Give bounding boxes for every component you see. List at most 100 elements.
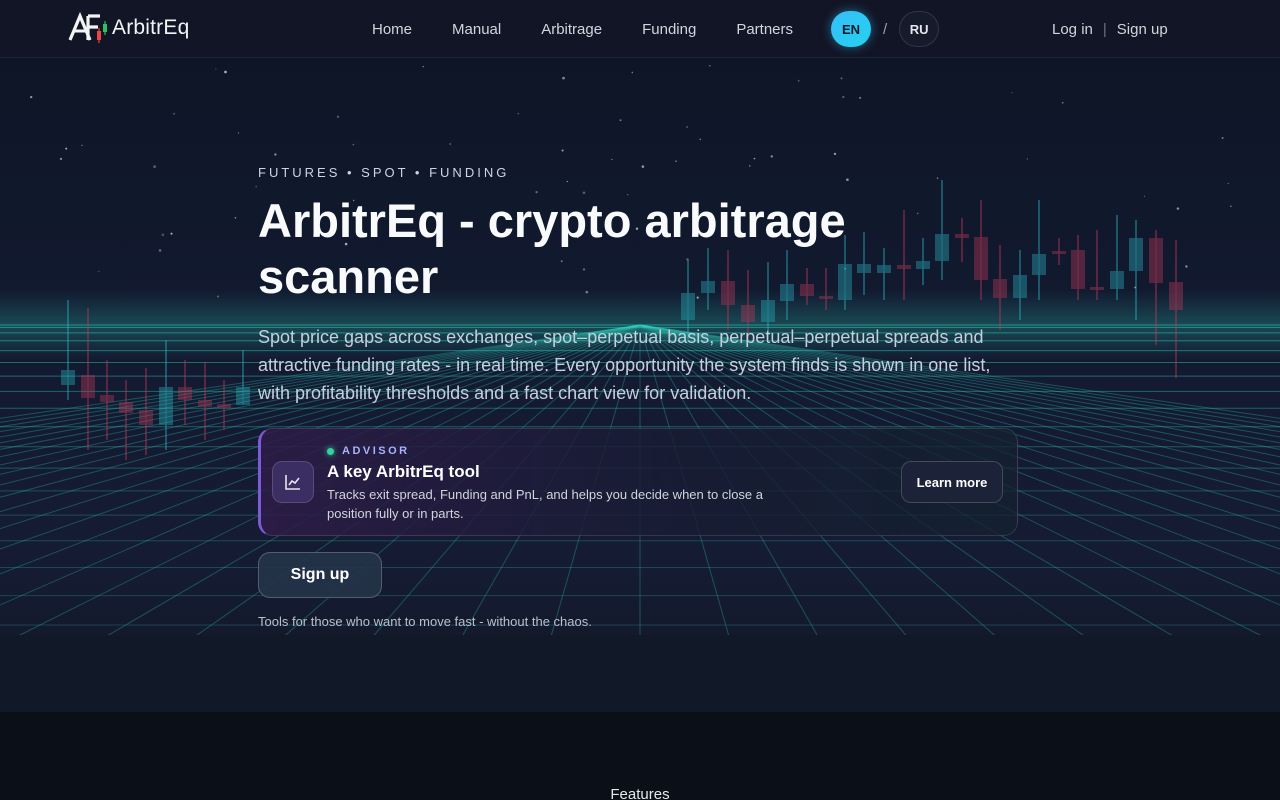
lang-en-button[interactable]: EN xyxy=(831,11,871,47)
learn-more-button[interactable]: Learn more xyxy=(901,461,1003,503)
star-dot xyxy=(1185,265,1188,268)
star-dot xyxy=(1227,182,1229,185)
candle-body xyxy=(119,402,133,413)
star-dot xyxy=(274,153,277,156)
star-dot xyxy=(422,65,424,68)
candle-body xyxy=(198,400,212,407)
brand-logo[interactable]: ArbitrEq xyxy=(68,12,189,44)
star-dot xyxy=(619,119,622,122)
star-dot xyxy=(173,112,176,115)
brand-name: ArbitrEq xyxy=(112,16,190,39)
candle-body xyxy=(159,387,173,425)
star-dot xyxy=(1061,101,1064,104)
star-dot xyxy=(833,152,837,156)
star-dot xyxy=(215,68,217,70)
star-dot xyxy=(641,165,645,168)
candle-body xyxy=(993,279,1007,298)
auth-links: Log in | Sign up xyxy=(1052,0,1168,58)
nav-link-manual[interactable]: Manual xyxy=(452,21,501,38)
nav-link-home[interactable]: Home xyxy=(372,21,412,38)
login-link[interactable]: Log in xyxy=(1052,21,1093,38)
nav-link-partners[interactable]: Partners xyxy=(736,21,793,38)
features-heading: Features xyxy=(610,786,670,800)
star-dot xyxy=(234,217,237,219)
star-dot xyxy=(336,115,340,118)
star-dot xyxy=(30,95,33,99)
star-dot xyxy=(562,76,565,80)
advisor-description: Tracks exit spread, Funding and PnL, and… xyxy=(327,487,764,521)
candle-body xyxy=(955,234,969,238)
star-dot xyxy=(846,178,849,182)
star-dot xyxy=(59,157,63,161)
star-dot xyxy=(686,126,688,128)
star-dot xyxy=(255,185,258,188)
star-dot xyxy=(1221,137,1224,139)
candle-body xyxy=(1149,238,1163,283)
candle-body xyxy=(61,370,75,385)
candle-body xyxy=(974,237,988,280)
star-dot xyxy=(753,157,756,160)
candle-body xyxy=(1071,250,1085,289)
star-dot xyxy=(217,295,220,298)
candle-body xyxy=(1013,275,1027,298)
advisor-title: A key ArbitrEq tool xyxy=(327,462,480,481)
star-dot xyxy=(631,71,634,74)
lang-ru-button[interactable]: RU xyxy=(899,11,940,47)
candle-body xyxy=(100,395,114,402)
star-dot xyxy=(517,112,520,115)
star-dot xyxy=(566,180,568,183)
star-dot xyxy=(81,144,83,147)
top-navbar: ArbitrEq Home Manual Arbitrage Funding P… xyxy=(0,0,1280,58)
nav-link-arbitrage[interactable]: Arbitrage xyxy=(541,21,602,38)
signup-link[interactable]: Sign up xyxy=(1117,21,1168,38)
candle-body xyxy=(916,261,930,269)
star-dot xyxy=(158,249,162,252)
advisor-card: ADVISOR A key ArbitrEq tool Tracks exit … xyxy=(258,428,1018,536)
auth-separator: | xyxy=(1102,20,1107,38)
candle-body xyxy=(1129,238,1143,271)
star-dot xyxy=(1230,205,1232,208)
star-dot xyxy=(916,212,919,215)
candle-body xyxy=(178,387,192,400)
nav-link-funding[interactable]: Funding xyxy=(642,21,696,38)
star-dot xyxy=(237,132,240,134)
star-dot xyxy=(1134,286,1137,289)
star-dot xyxy=(1011,92,1013,94)
star-dot xyxy=(675,160,677,162)
star-dot xyxy=(153,165,156,168)
landing-page: ArbitrEq Home Manual Arbitrage Funding P… xyxy=(0,0,1280,800)
candle-body xyxy=(1169,282,1183,310)
star-dot xyxy=(611,158,613,161)
page-title: ArbitrEq - crypto arbitrage scanner xyxy=(258,194,846,303)
star-dot xyxy=(352,143,355,146)
star-dot xyxy=(749,165,751,167)
status-dot-icon xyxy=(327,447,334,455)
candle-body xyxy=(1090,287,1104,290)
star-dot xyxy=(859,96,862,99)
hero-eyebrow: FUTURES • SPOT • FUNDING xyxy=(258,165,510,180)
hero-tagline: Tools for those who want to move fast - … xyxy=(258,614,592,629)
hero-signup-button[interactable]: Sign up xyxy=(258,552,382,598)
candle-body xyxy=(81,375,95,398)
star-dot xyxy=(699,138,701,141)
candle-body xyxy=(935,234,949,261)
star-dot xyxy=(708,64,711,67)
main-nav: Home Manual Arbitrage Funding Partners xyxy=(352,0,813,58)
star-dot xyxy=(65,147,68,150)
lang-separator: / xyxy=(883,20,888,38)
star-dot xyxy=(449,143,451,145)
star-dot xyxy=(1143,195,1146,198)
candle-body xyxy=(1110,271,1124,289)
star-dot xyxy=(224,70,227,74)
star-dot xyxy=(98,270,100,273)
star-dot xyxy=(840,77,843,80)
candle-body xyxy=(236,387,250,405)
candle-body xyxy=(1032,254,1046,275)
star-dot xyxy=(797,79,800,82)
candle-body xyxy=(897,265,911,269)
star-dot xyxy=(1176,207,1180,210)
star-dot xyxy=(561,149,564,152)
advisor-tag: ADVISOR xyxy=(327,445,410,457)
star-dot xyxy=(770,155,774,158)
hero-background xyxy=(0,64,1280,640)
